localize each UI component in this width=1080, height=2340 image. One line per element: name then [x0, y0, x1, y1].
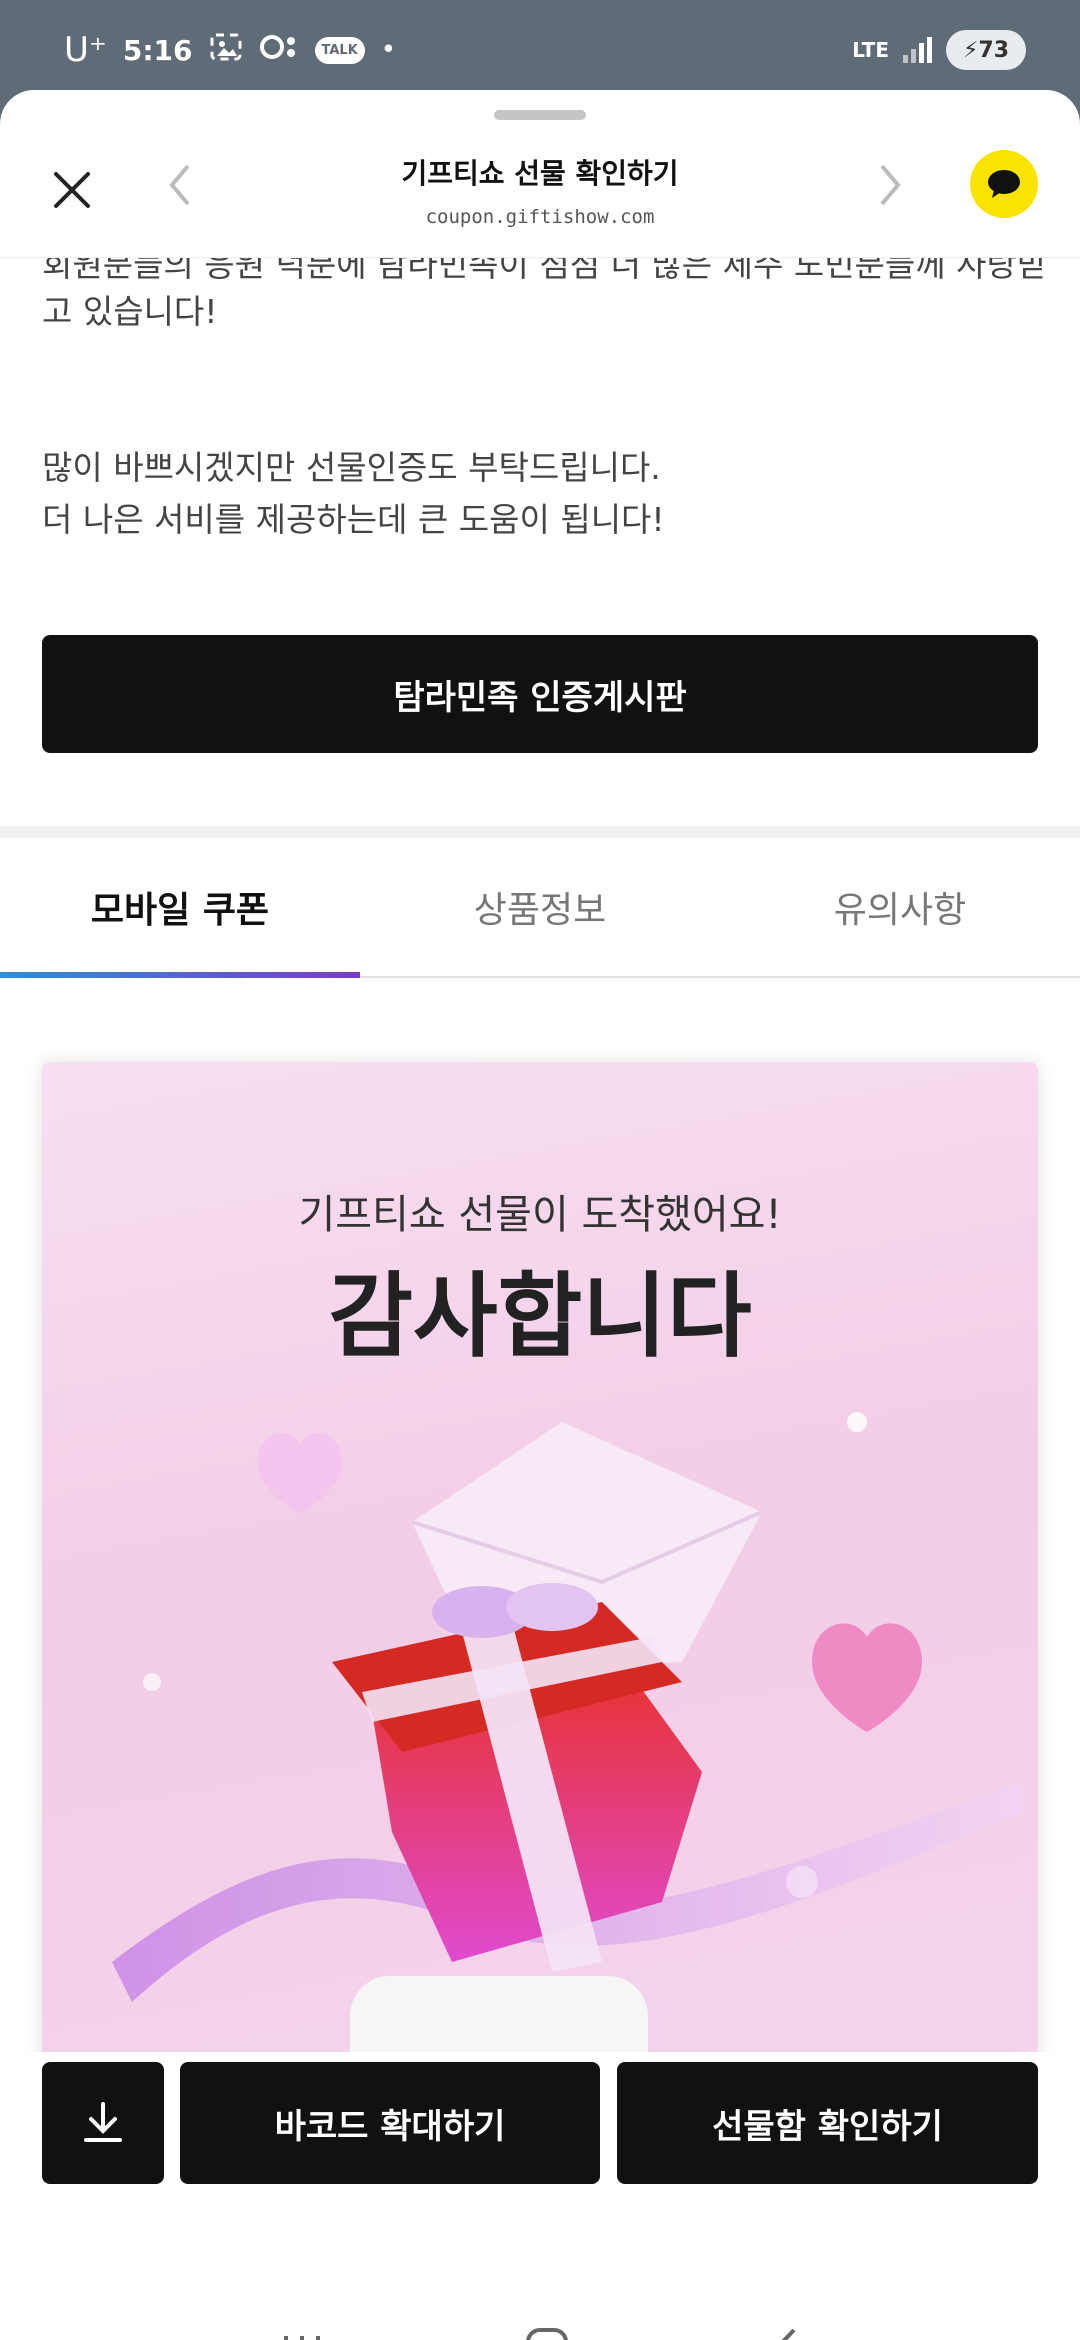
tab-bar: 모바일 쿠폰 상품정보 유의사항 — [0, 838, 1080, 978]
webview-topbar: 기프티쇼 선물 확인하기 coupon.giftishow.com — [0, 130, 1080, 258]
view-giftbox-button[interactable]: 선물함 확인하기 — [617, 2062, 1038, 2184]
download-icon — [84, 2102, 122, 2142]
verification-board-button[interactable]: 탐라민족 인증게시판 — [42, 635, 1038, 753]
body-text-line: 더 나은 서비를 제공하는데 큰 도움이 됩니다! — [42, 500, 665, 539]
network-type: LTE — [852, 38, 889, 62]
card-subtitle: 기프티쇼 선물이 도착했어요! — [298, 1192, 782, 1238]
chat-bubble-icon — [988, 170, 1020, 198]
battery-indicator: ⚡ 73 — [946, 30, 1026, 70]
sheet-drag-handle[interactable] — [494, 110, 586, 120]
screenshot-icon — [209, 32, 243, 69]
status-bar: U⁺ 5:16 TALK • LTE ⚡ 73 — [0, 0, 1080, 100]
enlarge-barcode-button[interactable]: 바코드 확대하기 — [180, 2062, 600, 2184]
webview-sheet: 기프티쇼 선물 확인하기 coupon.giftishow.com 회원분들의 … — [0, 90, 1080, 2340]
forward-chevron-icon[interactable] — [876, 160, 906, 222]
back-icon[interactable] — [770, 2326, 800, 2340]
recent-apps-icon[interactable] — [280, 2326, 324, 2340]
body-text-line: 고 있습니다! — [42, 292, 218, 331]
carrier-label: U⁺ — [64, 30, 107, 70]
tab-notes[interactable]: 유의사항 — [720, 838, 1080, 976]
system-nav-bar — [0, 2280, 1080, 2340]
home-icon[interactable] — [524, 2326, 570, 2340]
body-text-line: 많이 바쁘시겠지만 선물인증도 부탁드립니다. — [42, 448, 661, 487]
more-notifications-dot: • — [380, 35, 397, 65]
page-url: coupon.giftishow.com — [425, 206, 655, 228]
clock: 5:16 — [122, 33, 193, 67]
app-notification-icon — [259, 33, 299, 68]
bottom-action-bar: 바코드 확대하기 선물함 확인하기 — [0, 2052, 1080, 2202]
download-button[interactable] — [42, 2062, 164, 2184]
section-divider — [0, 826, 1080, 838]
battery-level: 73 — [978, 37, 1010, 63]
tab-product-info[interactable]: 상품정보 — [360, 838, 720, 976]
close-icon[interactable] — [46, 164, 98, 216]
card-title: 감사합니다 — [328, 1263, 752, 1370]
signal-icon — [903, 37, 932, 63]
kakaotalk-icon: TALK — [314, 36, 365, 64]
back-chevron-icon[interactable] — [164, 160, 194, 222]
tab-mobile-coupon[interactable]: 모바일 쿠폰 — [0, 838, 360, 978]
kakao-chat-button[interactable] — [970, 150, 1038, 218]
page-title: 기프티쇼 선물 확인하기 — [401, 157, 679, 190]
page-title-block: 기프티쇼 선물 확인하기 coupon.giftishow.com — [300, 152, 780, 228]
